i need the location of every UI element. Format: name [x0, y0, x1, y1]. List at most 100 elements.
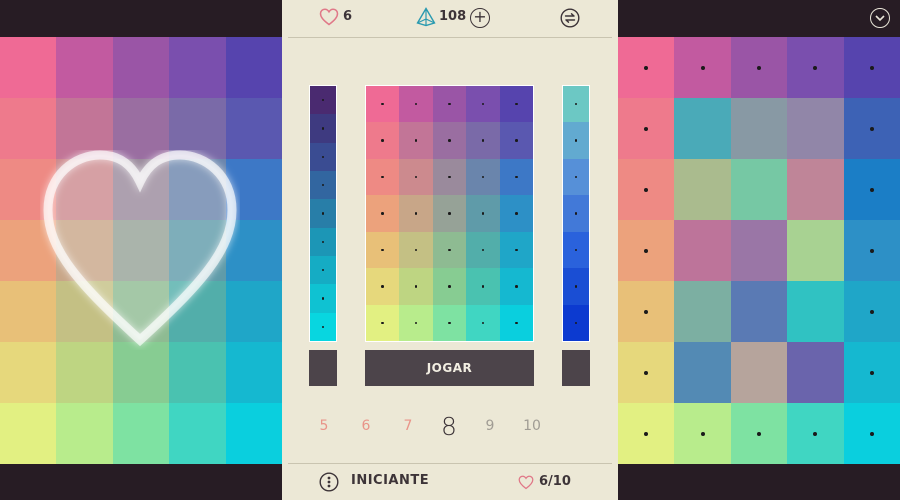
- color-tile[interactable]: [843, 342, 900, 403]
- color-tile[interactable]: [730, 98, 788, 159]
- color-tile: [399, 122, 433, 159]
- color-tile[interactable]: [674, 342, 731, 403]
- fixed-tile-marker: [700, 65, 705, 70]
- level-7-button[interactable]: 7: [396, 418, 420, 434]
- fixed-tile-marker: [414, 285, 418, 288]
- color-tile[interactable]: [787, 37, 844, 98]
- fixed-tile-marker: [869, 431, 874, 436]
- color-tile[interactable]: [730, 403, 788, 464]
- top-divider: [288, 37, 612, 38]
- left-preview-panel: [0, 0, 282, 500]
- color-tile[interactable]: [674, 281, 731, 342]
- fixed-tile-marker: [448, 248, 451, 252]
- right-color-strip: [562, 85, 590, 342]
- color-tile[interactable]: [674, 98, 731, 159]
- color-tile[interactable]: [730, 37, 788, 98]
- color-tile: [466, 268, 500, 305]
- fixed-tile-marker: [448, 285, 451, 288]
- level-5-button[interactable]: 5: [312, 418, 336, 434]
- color-tile: [399, 86, 433, 123]
- color-tile[interactable]: [843, 159, 900, 220]
- fixed-tile-marker: [644, 187, 649, 192]
- color-tile[interactable]: [787, 98, 844, 159]
- color-tile: [499, 304, 533, 341]
- color-tile[interactable]: [787, 220, 844, 281]
- color-tile[interactable]: [730, 220, 788, 281]
- color-tile[interactable]: [787, 403, 844, 464]
- color-tile: [432, 122, 467, 159]
- fixed-tile-marker: [644, 65, 649, 70]
- color-tile[interactable]: [787, 342, 844, 403]
- color-tile[interactable]: [843, 98, 900, 159]
- heart-outline-icon: [319, 8, 339, 26]
- fixed-tile-marker: [515, 285, 518, 288]
- color-tile[interactable]: [618, 98, 675, 159]
- color-tile[interactable]: [618, 342, 675, 403]
- swap-arrows-icon[interactable]: [560, 8, 580, 28]
- add-gems-button[interactable]: +: [470, 8, 490, 28]
- color-tile[interactable]: [674, 220, 731, 281]
- fixed-tile-marker: [381, 139, 384, 142]
- fixed-tile-marker: [700, 431, 705, 436]
- dice-icon[interactable]: [319, 472, 339, 492]
- heart-outline-icon: [518, 475, 534, 490]
- fixed-tile-marker: [481, 321, 485, 325]
- color-tile: [56, 37, 113, 98]
- color-tile[interactable]: [618, 403, 675, 464]
- fixed-tile-marker: [481, 102, 485, 106]
- fixed-tile-marker: [448, 212, 451, 215]
- color-tile: [366, 158, 400, 196]
- fixed-tile-marker: [574, 139, 578, 142]
- color-tile[interactable]: [618, 159, 675, 220]
- fixed-tile-marker: [813, 431, 818, 436]
- color-tile: [466, 122, 500, 159]
- color-tile: [310, 199, 336, 228]
- collapse-button[interactable]: [870, 8, 890, 28]
- color-tile[interactable]: [787, 281, 844, 342]
- color-tile: [310, 142, 336, 171]
- color-tile: [169, 403, 226, 464]
- color-tile[interactable]: [730, 281, 788, 342]
- color-tile: [112, 342, 170, 403]
- color-tile: [310, 312, 336, 341]
- color-tile[interactable]: [843, 37, 900, 98]
- fixed-tile-marker: [321, 212, 325, 215]
- progress-label: 6/10: [539, 474, 571, 489]
- heart-icon: [43, 150, 237, 347]
- color-tile[interactable]: [618, 281, 675, 342]
- color-tile[interactable]: [618, 220, 675, 281]
- color-tile: [366, 231, 400, 269]
- color-tile: [563, 122, 589, 159]
- puzzle-board[interactable]: [618, 37, 900, 464]
- color-tile[interactable]: [843, 220, 900, 281]
- fixed-tile-marker: [869, 187, 874, 192]
- color-tile[interactable]: [730, 342, 788, 403]
- fixed-tile-marker: [644, 248, 649, 253]
- color-tile[interactable]: [674, 159, 731, 220]
- difficulty-label[interactable]: INICIANTE: [351, 473, 429, 488]
- color-tile: [399, 195, 433, 232]
- level-9-button[interactable]: 9: [478, 418, 502, 434]
- color-tile: [499, 268, 533, 305]
- right-bar: [562, 350, 590, 386]
- top-bar: 6 108 +: [282, 0, 618, 37]
- color-tile: [225, 403, 282, 464]
- fixed-tile-marker: [481, 248, 485, 252]
- fixed-tile-marker: [381, 212, 384, 215]
- level-10-button[interactable]: 10: [520, 418, 544, 434]
- level-select-panel: 6 108 + JOGAR 5 6 7 8 9 10 INICIANTE 6/1…: [282, 0, 618, 500]
- color-tile[interactable]: [618, 37, 675, 98]
- level-6-button[interactable]: 6: [354, 418, 378, 434]
- color-tile[interactable]: [674, 403, 731, 464]
- fixed-tile-marker: [414, 139, 418, 142]
- color-tile[interactable]: [843, 281, 900, 342]
- color-tile[interactable]: [730, 159, 788, 220]
- fixed-tile-marker: [869, 65, 874, 70]
- color-tile[interactable]: [843, 403, 900, 464]
- color-tile[interactable]: [787, 159, 844, 220]
- color-tile[interactable]: [674, 37, 731, 98]
- level-8-button[interactable]: 8: [437, 412, 461, 441]
- color-tile: [310, 86, 336, 115]
- play-button[interactable]: JOGAR: [365, 350, 534, 386]
- color-tile: [169, 342, 226, 403]
